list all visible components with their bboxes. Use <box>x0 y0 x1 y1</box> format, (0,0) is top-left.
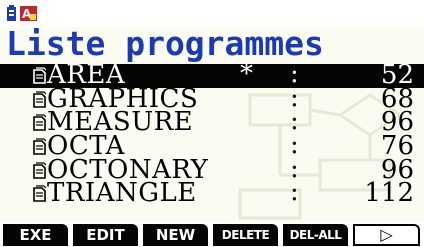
program-file-icon <box>33 138 47 155</box>
page-title: Liste programmes <box>6 24 324 63</box>
edit-button[interactable]: EDIT <box>73 224 138 246</box>
program-file-icon <box>33 185 47 203</box>
alpha-mode-icon: A <box>20 6 37 21</box>
status-bar: A <box>0 0 424 27</box>
delete-all-button[interactable]: DEL-ALL <box>283 224 348 246</box>
selection-marker: * <box>240 59 253 89</box>
exe-button[interactable]: EXE <box>3 224 68 246</box>
calculator-screen: A Liste programmes AREA * : 52 GRAPHICS … <box>0 0 424 247</box>
program-file-icon <box>33 162 47 179</box>
program-file-icon <box>33 67 47 84</box>
program-file-icon <box>33 91 47 108</box>
new-button[interactable]: NEW <box>143 224 208 246</box>
program-separator: : <box>290 177 299 208</box>
battery-icon <box>7 5 16 21</box>
program-name: TRIANGLE <box>47 178 197 209</box>
program-file-icon <box>33 114 47 132</box>
delete-button[interactable]: DELETE <box>213 224 278 246</box>
program-row-triangle[interactable]: TRIANGLE : 112 <box>0 178 424 209</box>
more-options-button[interactable]: ▷ <box>353 224 420 246</box>
function-key-bar: EXE EDIT NEW DELETE DEL-ALL ▷ <box>0 222 424 247</box>
program-list: AREA * : 52 GRAPHICS : 68 MEASURE: 96 O… <box>0 60 424 209</box>
program-size: 112 <box>364 178 414 209</box>
